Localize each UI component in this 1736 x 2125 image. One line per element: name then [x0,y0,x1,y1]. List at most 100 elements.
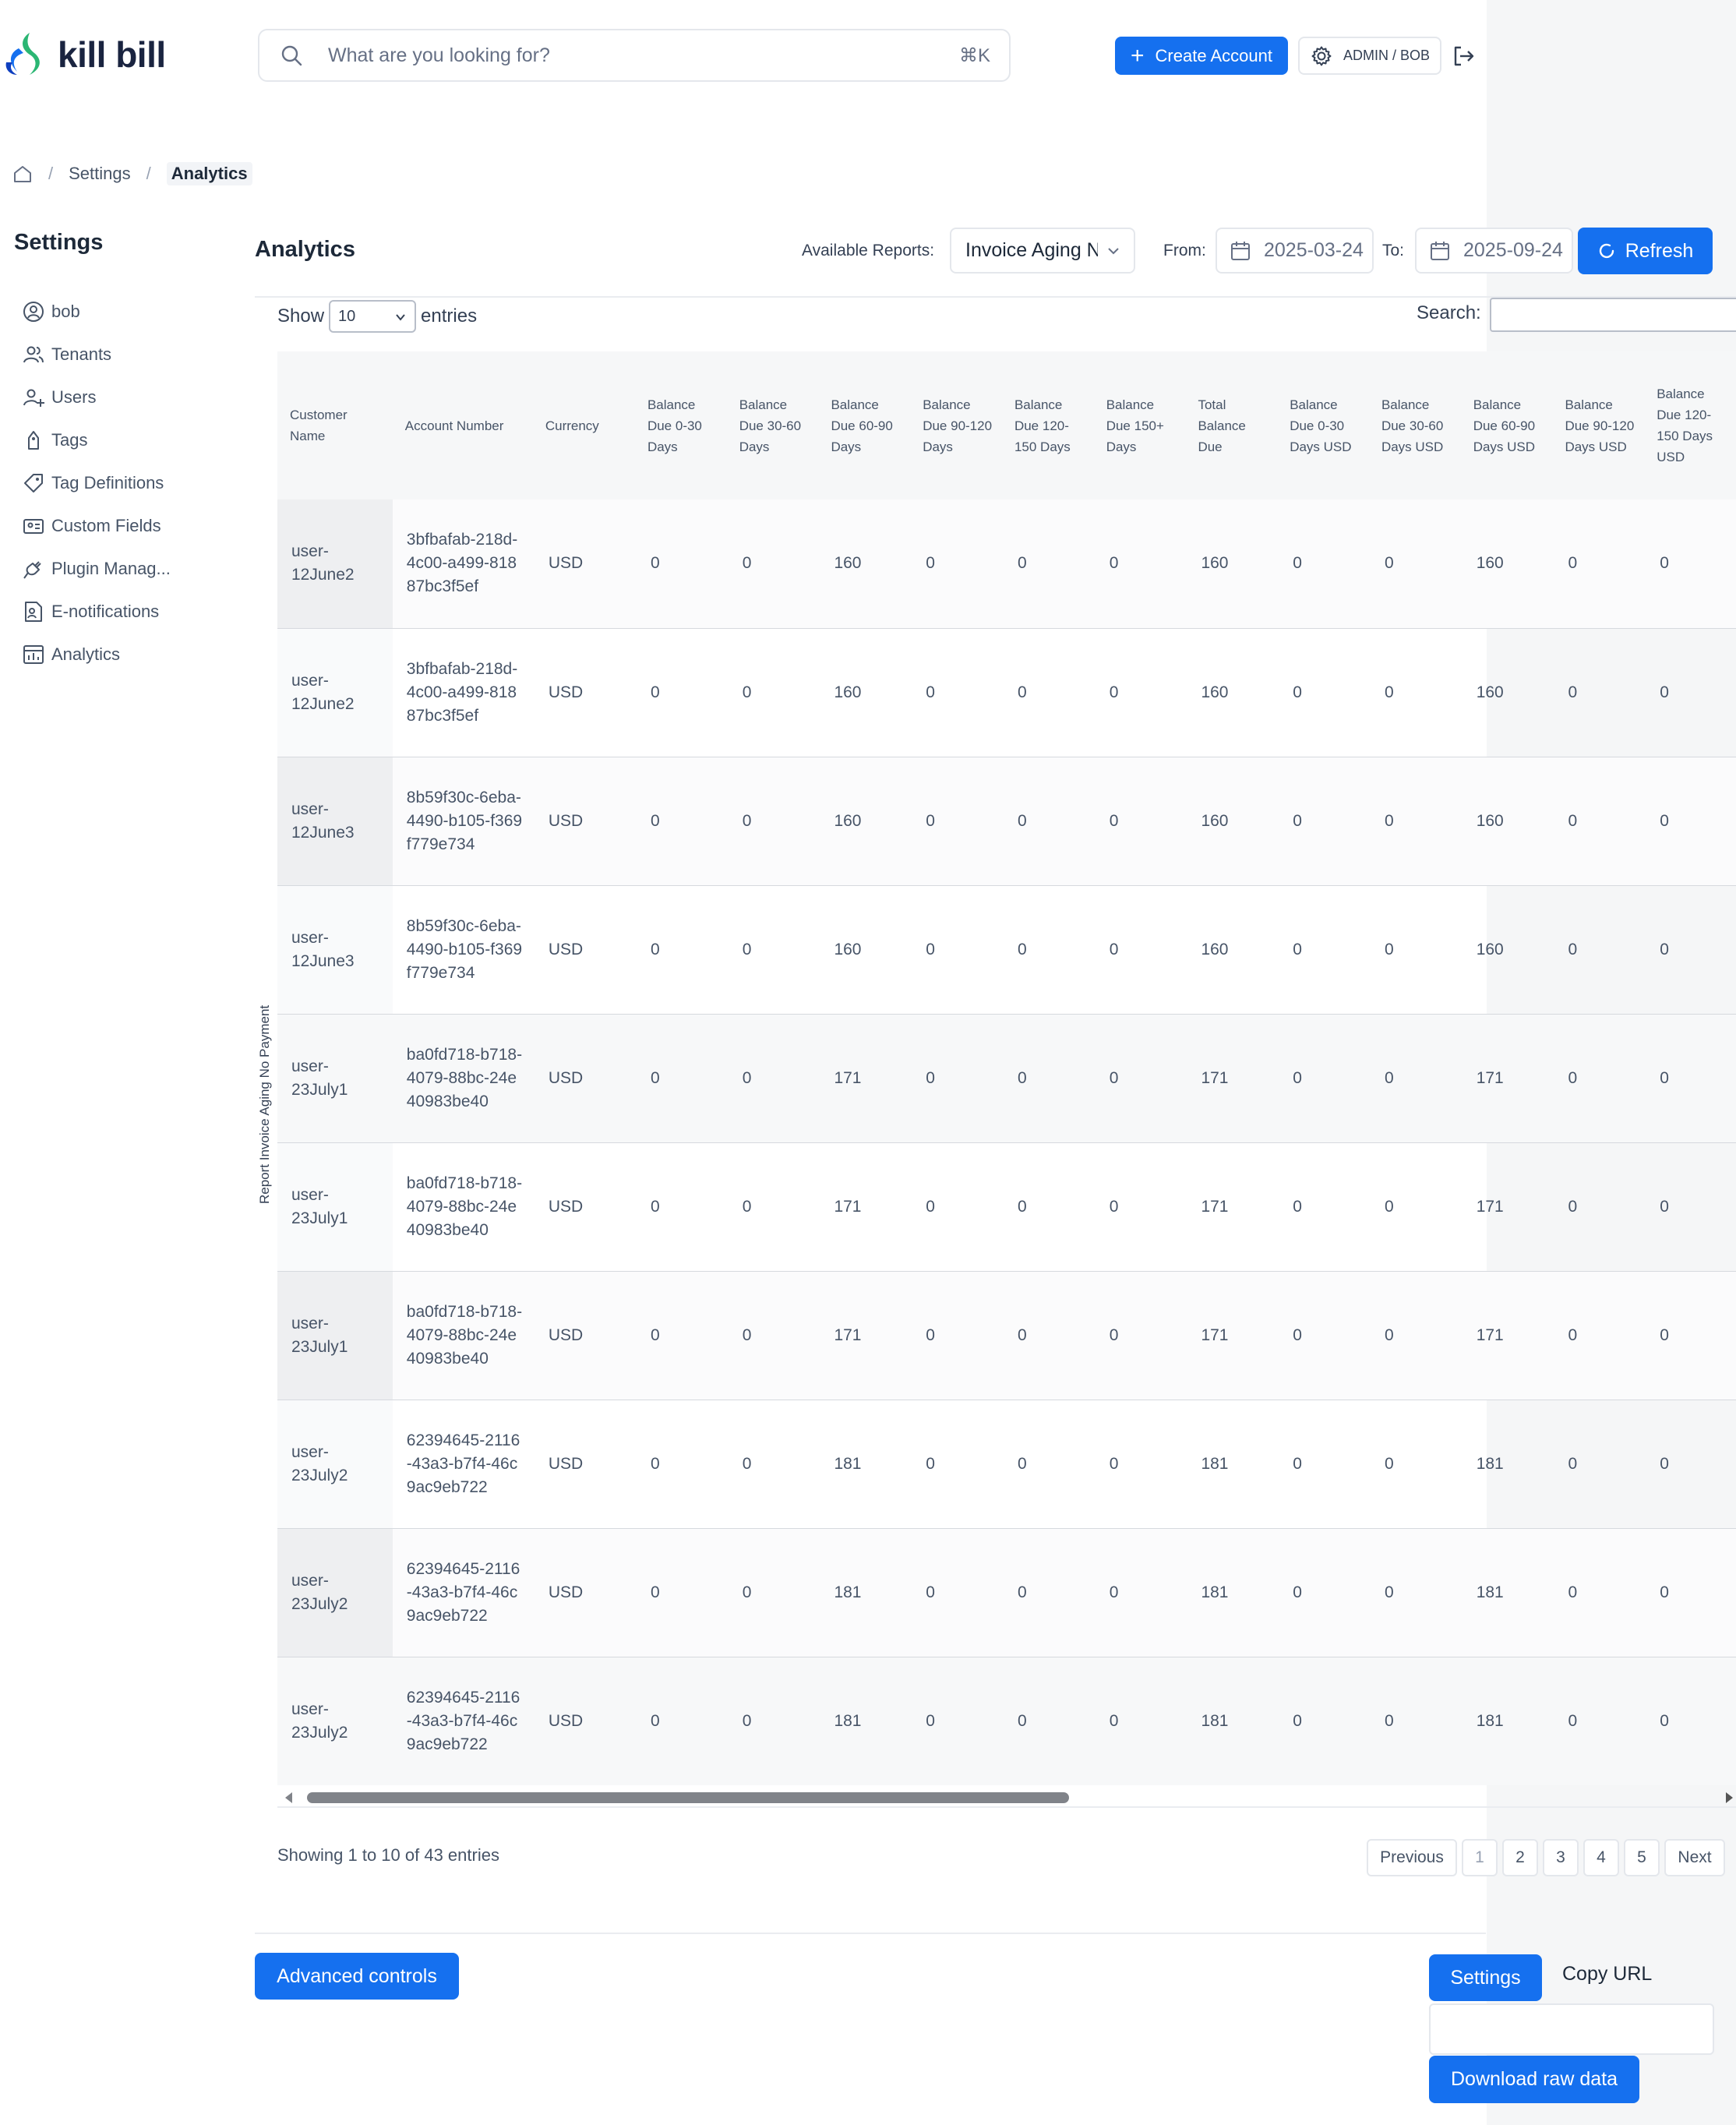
table-cell: 0 [1277,628,1369,757]
table-search-input[interactable] [1490,298,1736,332]
column-header[interactable]: Currency [532,351,635,499]
user-circle-icon [23,301,44,322]
calendar-icon [1431,241,1449,260]
logo[interactable]: kill bill [3,31,166,78]
table-cell: 0 [1277,1400,1369,1529]
report-select[interactable]: Invoice Aging No Payment [950,228,1135,274]
sidebar-item-tags[interactable]: Tags [22,418,171,461]
column-header[interactable]: Balance Due 60-90 Days [818,351,911,499]
global-search-input[interactable] [326,43,919,68]
pagination-page[interactable]: 5 [1624,1839,1660,1876]
table-cell: 0 [726,1271,819,1400]
pagination-previous[interactable]: Previous [1367,1839,1457,1876]
table-cell: 181 [818,1657,911,1785]
table-body: user-12June2 3bfbafab-218d-4c00-a499-8188… [277,499,1736,1785]
pagination-page[interactable]: 4 [1583,1839,1619,1876]
table-cell: 0 [910,1400,1002,1529]
sidebar-item-bob[interactable]: bob [22,290,171,333]
sidebar-item-label: Plugin Manag... [51,558,171,578]
pagination-page[interactable]: 2 [1502,1839,1538,1876]
table-cell: 0 [1368,1014,1461,1143]
column-header[interactable]: Customer Name [277,351,393,499]
tag-icon [28,430,39,450]
report-select-value: Invoice Aging No Payment [965,239,1098,261]
table-cell: 0 [1644,1657,1736,1785]
cell-customer-name: user-12June2 [277,628,393,757]
sidebar-item-users[interactable]: Users [22,376,171,418]
url-field[interactable] [1429,2003,1714,2055]
cell-account-number: 62394645-2116-43a3-b7f4-46c9ac9eb722 [392,1657,533,1785]
user-menu-button[interactable]: ADMIN / BOB [1298,37,1441,75]
column-header[interactable]: Balance Due 120-150 Days [1001,351,1094,499]
from-date-input[interactable]: 2025-03-24 [1216,228,1374,274]
table-cell: 0 [910,1528,1002,1657]
pagination-page[interactable]: 1 [1462,1839,1498,1876]
table-cell: 0 [1368,1142,1461,1272]
column-header[interactable]: Balance Due 0-30 Days [634,351,727,499]
logout-icon[interactable] [1451,44,1476,69]
to-date-input[interactable]: 2025-09-24 [1415,228,1573,274]
scroll-right-icon[interactable] [1726,1792,1733,1803]
page-size-select[interactable]: 10 [329,300,417,333]
table-cell: 0 [1368,1400,1461,1529]
plug-icon [23,560,41,579]
table-cell: 160 [1460,628,1553,757]
cell-account-number: 3bfbafab-218d-4c00-a499-81887bc3f5ef [392,499,533,629]
column-header[interactable]: Total Balance Due [1185,351,1278,499]
table-cell: 0 [634,885,727,1015]
scrollbar-thumb[interactable] [307,1792,1069,1803]
pagination-page[interactable]: 3 [1543,1839,1579,1876]
scroll-left-icon[interactable] [285,1792,292,1803]
table-cell: 0 [1368,499,1461,629]
table-cell: 0 [1644,757,1736,886]
column-header[interactable]: Balance Due 30-60 Days USD [1368,351,1461,499]
table-cell: 0 [1277,499,1369,629]
table-cell: 0 [1001,1657,1094,1785]
sidebar-item-tenants[interactable]: Tenants [22,333,171,376]
cell-account-number: 8b59f30c-6eba-4490-b105-f369f779e734 [392,885,533,1015]
sidebar-item-plugin-manager[interactable]: Plugin Manag... [22,547,171,590]
table-cell: 0 [1093,1142,1186,1272]
table-cell: 0 [1552,628,1645,757]
cell-account-number: 3bfbafab-218d-4c00-a499-81887bc3f5ef [392,628,533,757]
column-header[interactable]: Balance Due 120-150 Days USD [1644,351,1736,499]
table-header: Customer Name Account Number Currency Balan… [277,351,1736,499]
download-raw-data-button[interactable]: Download raw data [1429,2056,1639,2103]
home-icon[interactable] [12,164,33,184]
breadcrumb-settings[interactable]: Settings [69,164,131,184]
table-row: user-23July2 62394645-2116-43a3-b7f4-46c9… [277,1657,1736,1785]
settings-button[interactable]: Settings [1429,1954,1542,2001]
column-header[interactable]: Balance Due 150+ Days [1093,351,1186,499]
refresh-button[interactable]: Refresh [1578,228,1713,274]
cell-customer-name: user-12June3 [277,885,393,1015]
horizontal-scrollbar[interactable] [277,1786,1736,1808]
table-row: user-23July2 62394645-2116-43a3-b7f4-46c9… [277,1528,1736,1657]
table-cell: 181 [818,1400,911,1529]
table-cell: 0 [634,1400,727,1529]
column-header[interactable]: Balance Due 90-120 Days USD [1552,351,1645,499]
advanced-controls-button[interactable]: Advanced controls [255,1953,459,2000]
global-search[interactable]: ⌘K [258,29,1011,82]
column-header[interactable]: Balance Due 60-90 Days USD [1460,351,1553,499]
table-cell: USD [532,499,635,629]
report-table-container[interactable]: Customer Name Account Number Currency Balan… [277,351,1736,1785]
table-cell: 181 [818,1528,911,1657]
create-account-button[interactable]: + Create Account [1115,37,1288,75]
sidebar-item-e-notifications[interactable]: E-notifications [22,590,171,633]
sidebar-item-analytics[interactable]: Analytics [22,633,171,676]
table-cell: 181 [1185,1657,1278,1785]
sidebar-item-tag-definitions[interactable]: Tag Definitions [22,461,171,504]
cell-account-number: ba0fd718-b718-4079-88bc-24e40983be40 [392,1142,533,1272]
table-cell: 0 [1093,1400,1186,1529]
pagination-next[interactable]: Next [1664,1839,1725,1876]
column-header[interactable]: Balance Due 0-30 Days USD [1277,351,1369,499]
table-row: user-12June2 3bfbafab-218d-4c00-a499-8188… [277,628,1736,757]
column-header[interactable]: Account Number [392,351,533,499]
cell-customer-name: user-23July2 [277,1400,393,1529]
sidebar-item-custom-fields[interactable]: Custom Fields [22,504,171,547]
table-cell: 0 [634,499,727,629]
table-cell: 0 [1368,1271,1461,1400]
column-header[interactable]: Balance Due 30-60 Days [726,351,819,499]
column-header[interactable]: Balance Due 90-120 Days [910,351,1002,499]
copy-url-link[interactable]: Copy URL [1562,1963,1652,1986]
